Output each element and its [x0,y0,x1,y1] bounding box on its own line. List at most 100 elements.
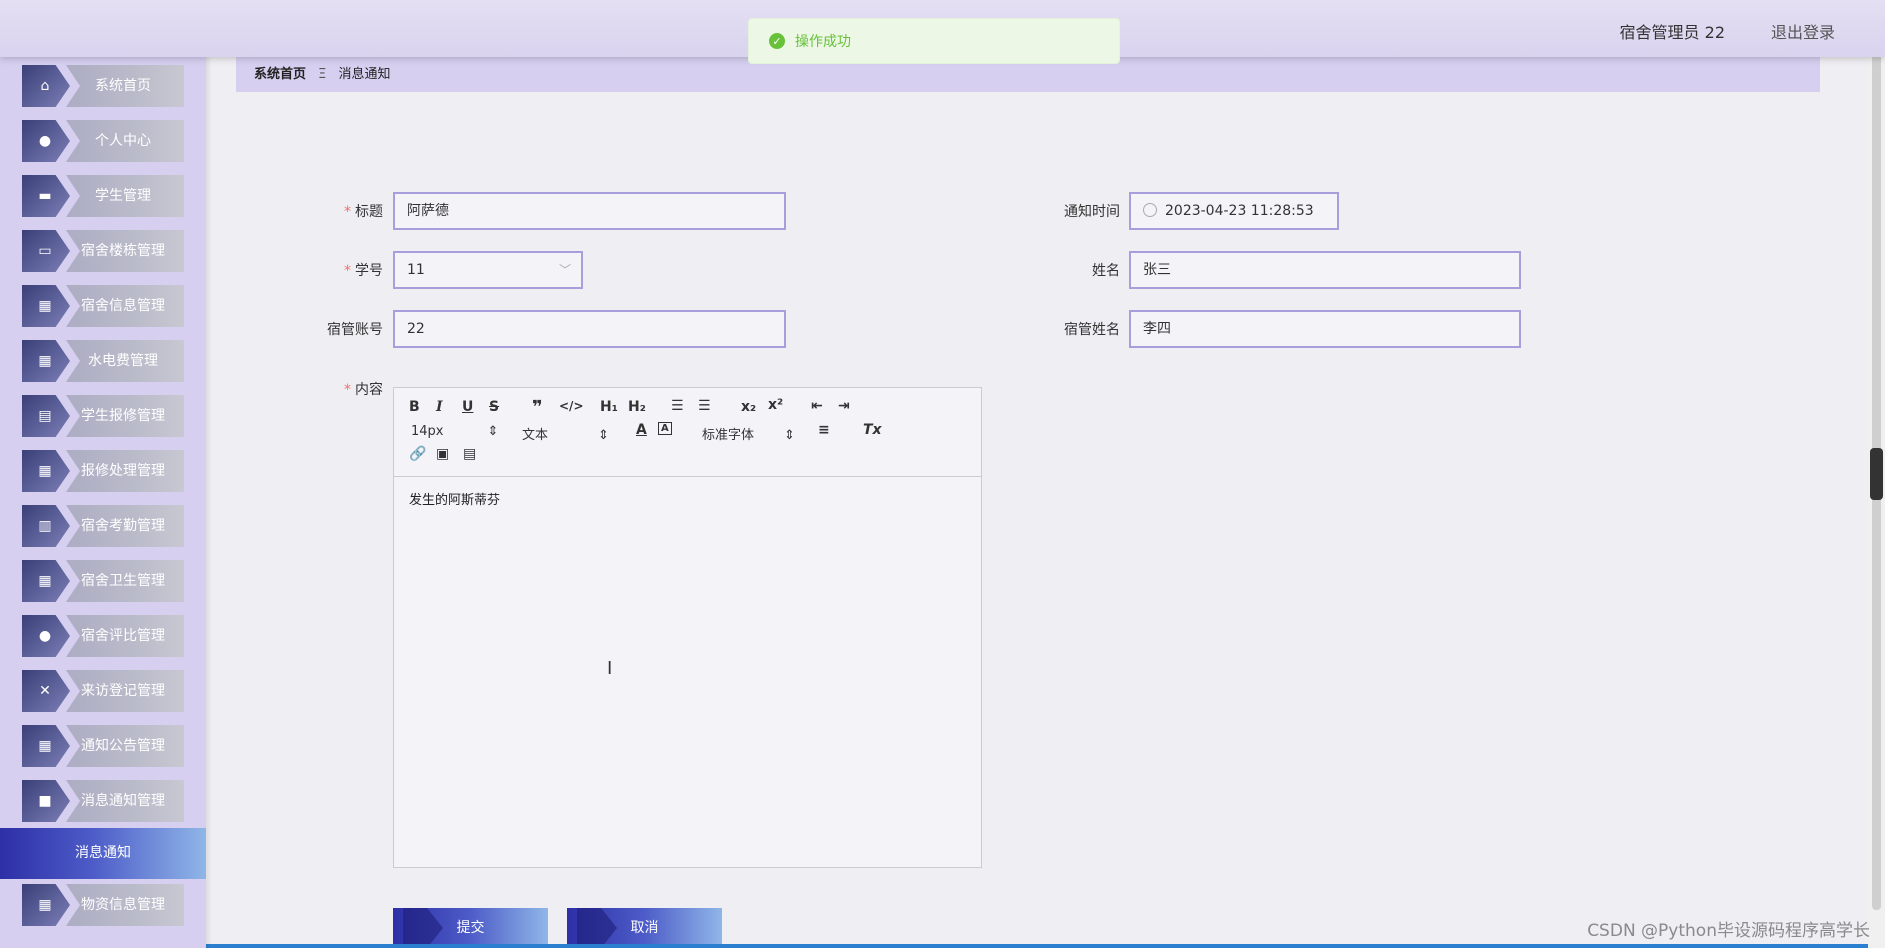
sidebar-item-label: 系统首页 [95,78,151,94]
student-no-label: * 学号 [344,263,383,279]
heading2-icon[interactable]: H₂ [628,399,646,415]
notice-time-input[interactable]: 2023-04-23 11:28:53 [1129,192,1339,230]
cancel-button[interactable]: 取消 [567,908,722,948]
chevron-down-icon: ﹀ [558,263,571,277]
logout-link[interactable]: 退出登录 [1771,19,1835,43]
underline-icon[interactable]: U [462,399,473,415]
select-arrows-icon: ⇕ [487,424,499,439]
monitor-icon: ▭ [38,243,52,259]
outdent-icon[interactable]: ⇤ [811,398,823,414]
page-scrollbar[interactable] [1868,0,1885,948]
sidebar-item-attendance[interactable]: ▥ 宿舍考勤管理 [22,505,184,547]
sidebar-item-label: 水电费管理 [88,353,158,369]
grid-icon: ▦ [38,463,52,479]
indent-icon[interactable]: ⇥ [838,398,850,414]
notice-time-label: 通知时间 [1064,204,1120,220]
breadcrumb-separator-icon: Ξ [318,67,327,82]
sidebar-item-repair-requests[interactable]: ▤ 学生报修管理 [22,395,184,437]
sidebar-item-students[interactable]: ▬ 学生管理 [22,175,184,217]
book-icon: ▥ [38,518,52,534]
bullet-list-icon[interactable]: ☰ [698,398,711,414]
breadcrumb-home[interactable]: 系统首页 [254,67,306,82]
image-icon[interactable]: ▣ [436,446,449,462]
sidebar-item-profile[interactable]: ● 个人中心 [22,120,184,162]
code-icon[interactable]: </> [559,399,584,413]
sidebar-item-dorm-info[interactable]: ▦ 宿舍信息管理 [22,285,184,327]
sidebar-item-label: 个人中心 [95,133,151,149]
sidebar-item-label: 通知公告管理 [81,738,165,754]
blockquote-icon[interactable]: ❞ [532,397,543,418]
title-label: * 标题 [344,204,383,220]
grid-icon: ▦ [38,573,52,589]
font-size-select[interactable]: 14px ⇕ [411,424,498,439]
check-circle-icon: ✓ [769,33,785,49]
italic-icon[interactable]: I [436,399,443,415]
sidebar-item-label: 物资信息管理 [81,897,165,913]
current-user-label: 宿舍管理员 22 [1619,23,1725,42]
clipboard-icon: ▤ [38,408,52,424]
sidebar-item-hygiene[interactable]: ▦ 宿舍卫生管理 [22,560,184,602]
editor-content[interactable]: 发生的阿斯蒂芬 [394,477,981,520]
select-arrows-icon: ⇕ [784,428,795,443]
ordered-list-icon[interactable]: ☰ [671,398,684,414]
link-icon[interactable]: 🔗 [409,446,426,462]
subscript-icon[interactable]: x₂ [741,399,756,415]
grid-icon: ▦ [38,353,52,369]
breadcrumb-current: 消息通知 [338,67,391,82]
name-label: 姓名 [1092,263,1120,279]
font-color-icon[interactable]: A [636,422,647,438]
manager-name-label: 宿管姓名 [1064,322,1120,338]
name-input[interactable]: 张三 [1129,251,1521,289]
sidebar-item-messages[interactable]: ■ 消息通知管理 [22,780,184,822]
strikethrough-icon[interactable]: S [489,399,499,415]
bottom-border [0,944,1868,948]
sidebar-item-label: 消息通知管理 [81,793,165,809]
manager-name-input[interactable]: 李四 [1129,310,1521,348]
video-icon[interactable]: ▤ [463,446,476,462]
sidebar-item-label: 报修处理管理 [81,463,165,479]
bold-icon[interactable]: B [409,399,420,415]
text-cursor-icon: I [607,658,613,679]
sidebar-item-buildings[interactable]: ▭ 宿舍楼栋管理 [22,230,184,272]
align-icon[interactable]: ≡ [818,422,830,438]
sidebar-item-label: 宿舍评比管理 [81,628,165,644]
grid-icon: ▦ [38,738,52,754]
editor-toolbar: B I U S ❞ </> H₁ H₂ ☰ ☰ x₂ x² ⇤ ⇥ 14px ⇕ … [394,388,981,477]
format-select[interactable]: 文本 ⇕ [522,424,609,443]
sidebar-item-visitors[interactable]: ✕ 来访登记管理 [22,670,184,712]
title-input[interactable]: 阿萨德 [393,192,786,230]
submit-button[interactable]: 提交 [393,908,548,948]
manager-account-label: 宿管账号 [327,322,383,338]
home-icon: ⌂ [40,78,50,94]
font-family-select[interactable]: 标准字体 ⇕ [702,424,795,443]
sidebar-item-label: 学生管理 [95,188,151,204]
toast-message: 操作成功 [795,34,851,50]
sidebar-item-supplies[interactable]: ▦ 物资信息管理 [22,884,184,926]
grid-icon: ▦ [38,897,52,913]
sidebar-item-label: 宿舍卫生管理 [81,573,165,589]
user-icon: ● [38,133,52,149]
sidebar-item-repair-handling[interactable]: ▦ 报修处理管理 [22,450,184,492]
background-color-icon[interactable]: A [658,422,672,435]
sidebar-subitem-message-notice[interactable]: 消息通知 [0,828,206,879]
grid-icon: ▦ [38,298,52,314]
sidebar-item-rating[interactable]: ● 宿舍评比管理 [22,615,184,657]
sidebar-item-label: 宿舍考勤管理 [81,518,165,534]
heading1-icon[interactable]: H₁ [600,399,618,415]
sidebar: ⌂ 系统首页 ● 个人中心 ▬ 学生管理 ▭ 宿舍楼栋管理 ▦ 宿舍信息管理 ▦… [0,57,206,948]
sidebar-item-utilities[interactable]: ▦ 水电费管理 [22,340,184,382]
sidebar-item-label: 宿舍楼栋管理 [81,243,165,259]
sidebar-item-label: 宿舍信息管理 [81,298,165,314]
sidebar-shadow [206,57,212,948]
superscript-icon[interactable]: x² [768,397,783,413]
manager-account-input[interactable]: 22 [393,310,786,348]
sidebar-item-label: 学生报修管理 [81,408,165,424]
clock-icon [1143,203,1157,217]
content-label: * 内容 [344,382,383,398]
sidebar-item-label: 来访登记管理 [81,683,165,699]
sidebar-item-home[interactable]: ⌂ 系统首页 [22,65,184,107]
clear-format-icon[interactable]: Tx [863,422,882,438]
success-toast: ✓ 操作成功 [748,18,1120,64]
sidebar-item-announcements[interactable]: ▦ 通知公告管理 [22,725,184,767]
student-no-select[interactable]: 11 ﹀ [393,251,583,289]
